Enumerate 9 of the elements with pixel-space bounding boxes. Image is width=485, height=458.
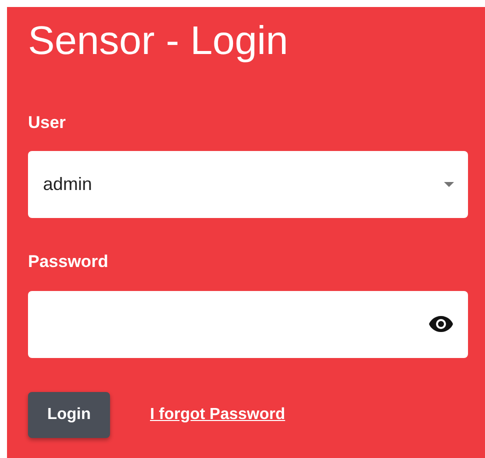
password-field[interactable] xyxy=(28,290,468,358)
dropdown-caret-icon[interactable] xyxy=(444,182,454,188)
page-title: Sensor - Login xyxy=(28,19,290,63)
login-button[interactable]: Login xyxy=(28,392,110,438)
show-password-eye-icon[interactable] xyxy=(428,314,454,333)
forgot-password-link[interactable]: I forgot Password xyxy=(150,402,286,427)
field-label: Password xyxy=(28,252,110,273)
field-label: User xyxy=(28,113,67,134)
user-select[interactable]: admin xyxy=(28,151,468,218)
